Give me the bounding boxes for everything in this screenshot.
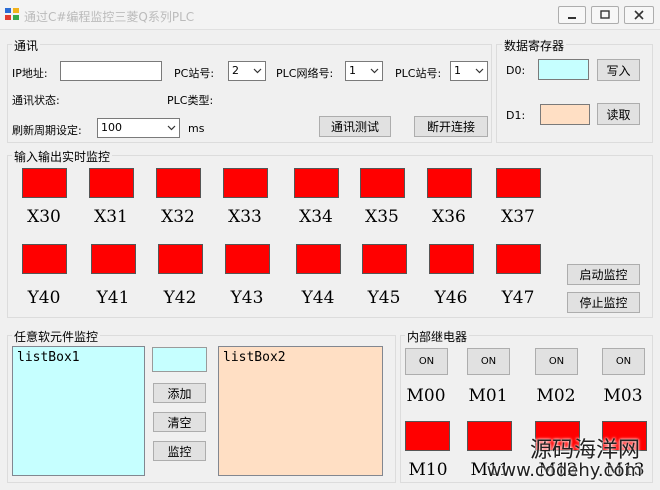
relay-on-button-m01[interactable]: ON xyxy=(467,348,510,375)
relay-on-button-m02[interactable]: ON xyxy=(535,348,578,375)
plc-network-value: 1 xyxy=(349,64,356,77)
relay-led-m10 xyxy=(405,421,450,451)
input-label-x37: X37 xyxy=(501,207,535,227)
ip-label: IP地址: xyxy=(12,67,48,80)
plc-network-select[interactable]: 1 xyxy=(345,61,383,81)
relay-on-button-m00[interactable]: ON xyxy=(405,348,448,375)
d0-input[interactable] xyxy=(538,59,589,80)
relay-group-title: 内部继电器 xyxy=(405,328,470,345)
d1-label: D1: xyxy=(506,109,526,122)
plc-station-value: 1 xyxy=(454,64,461,77)
watermark-url: www.codehy.com xyxy=(486,460,642,481)
plc-type-label: PLC类型: xyxy=(167,94,214,107)
start-monitor-button[interactable]: 启动监控 xyxy=(567,264,640,285)
status-label: 通讯状态: xyxy=(12,94,60,107)
io-group-title: 输入输出实时监控 xyxy=(12,148,113,165)
relay-label-m01: M01 xyxy=(468,386,508,406)
input-label-x35: X35 xyxy=(365,207,399,227)
input-led-x33 xyxy=(223,168,268,198)
register-group-title: 数据寄存器 xyxy=(502,37,567,54)
disconnect-button[interactable]: 断开连接 xyxy=(414,116,488,137)
listbox-2[interactable]: listBox2 xyxy=(218,346,383,476)
refresh-unit: ms xyxy=(188,122,205,135)
relay-label-m03: M03 xyxy=(603,386,643,406)
soft-group-title: 任意软元件监控 xyxy=(12,328,101,345)
output-label-y47: Y47 xyxy=(501,288,535,308)
comm-test-button[interactable]: 通讯测试 xyxy=(319,116,391,137)
d1-input[interactable] xyxy=(540,104,590,125)
chevron-down-icon xyxy=(253,68,262,74)
chevron-down-icon xyxy=(167,125,176,131)
app-icon xyxy=(5,8,19,20)
refresh-value: 100 xyxy=(101,121,122,134)
output-led-y47 xyxy=(496,244,541,274)
add-button[interactable]: 添加 xyxy=(153,383,206,403)
input-label-x31: X31 xyxy=(94,207,128,227)
output-label-y41: Y41 xyxy=(96,288,130,308)
input-led-x35 xyxy=(360,168,405,198)
d0-label: D0: xyxy=(506,64,526,77)
output-label-y42: Y42 xyxy=(163,288,197,308)
read-button[interactable]: 读取 xyxy=(597,103,640,125)
input-led-x34 xyxy=(294,168,339,198)
minimize-icon xyxy=(568,17,576,19)
output-led-y43 xyxy=(225,244,270,274)
input-led-x36 xyxy=(427,168,472,198)
output-led-y42 xyxy=(158,244,203,274)
listbox-1[interactable]: listBox1 xyxy=(12,346,145,476)
monitor-button[interactable]: 监控 xyxy=(153,441,206,461)
plc-network-label: PLC网络号: xyxy=(276,67,334,80)
output-label-y43: Y43 xyxy=(230,288,264,308)
output-label-y44: Y44 xyxy=(301,288,335,308)
maximize-button[interactable] xyxy=(591,6,619,24)
pc-station-select[interactable]: 2 xyxy=(228,61,266,81)
input-led-x31 xyxy=(89,168,134,198)
input-label-x36: X36 xyxy=(432,207,466,227)
pc-station-label: PC站号: xyxy=(174,67,215,80)
output-led-y46 xyxy=(429,244,474,274)
input-label-x32: X32 xyxy=(161,207,195,227)
input-led-x32 xyxy=(156,168,201,198)
close-icon xyxy=(634,10,644,20)
plc-station-select[interactable]: 1 xyxy=(450,61,488,81)
plc-station-label: PLC站号: xyxy=(395,67,442,80)
window-title: 通过C#编程监控三菱Q系列PLC xyxy=(24,10,195,24)
stop-monitor-button[interactable]: 停止监控 xyxy=(567,292,640,313)
relay-label-m00: M00 xyxy=(406,386,446,406)
input-led-x37 xyxy=(496,168,541,198)
output-label-y46: Y46 xyxy=(434,288,468,308)
comm-group-title: 通讯 xyxy=(12,37,41,54)
minimize-button[interactable] xyxy=(558,6,586,24)
pc-station-value: 2 xyxy=(232,64,239,77)
chevron-down-icon xyxy=(370,68,379,74)
output-label-y40: Y40 xyxy=(27,288,61,308)
output-led-y45 xyxy=(362,244,407,274)
output-led-y41 xyxy=(91,244,136,274)
write-button[interactable]: 写入 xyxy=(597,59,640,81)
input-led-x30 xyxy=(22,168,67,198)
refresh-select[interactable]: 100 xyxy=(97,118,180,138)
input-label-x33: X33 xyxy=(228,207,262,227)
relay-label-m02: M02 xyxy=(536,386,576,406)
ip-input[interactable] xyxy=(60,61,162,81)
relay-on-button-m03[interactable]: ON xyxy=(602,348,645,375)
refresh-label: 刷新周期设定: xyxy=(12,124,82,137)
output-led-y44 xyxy=(296,244,341,274)
relay-led-m11 xyxy=(467,421,512,451)
maximize-icon xyxy=(600,10,610,19)
output-led-y40 xyxy=(22,244,67,274)
input-label-x30: X30 xyxy=(27,207,61,227)
input-label-x34: X34 xyxy=(299,207,333,227)
close-button[interactable] xyxy=(624,6,654,24)
chevron-down-icon xyxy=(475,68,484,74)
output-label-y45: Y45 xyxy=(367,288,401,308)
clear-button[interactable]: 清空 xyxy=(153,412,206,432)
relay-label-m10: M10 xyxy=(408,460,448,480)
device-input[interactable] xyxy=(152,347,207,372)
